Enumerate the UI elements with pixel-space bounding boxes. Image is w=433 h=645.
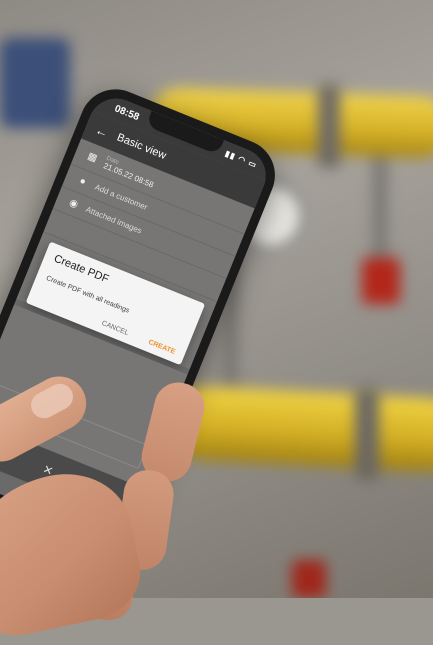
pipe-clamp <box>355 388 379 480</box>
calendar-icon: ▦ <box>85 150 99 165</box>
cancel-button[interactable]: CANCEL <box>101 320 130 337</box>
create-button[interactable]: CREATE <box>147 339 176 356</box>
back-arrow-icon[interactable]: ← <box>93 121 111 140</box>
blue-valve <box>0 38 70 128</box>
pipe-clamp <box>318 84 340 168</box>
person-icon: ● <box>77 175 88 188</box>
pipe-stem <box>372 140 388 270</box>
red-valve <box>292 560 326 598</box>
status-time: 08:58 <box>113 102 141 123</box>
red-valve <box>362 258 400 304</box>
yellow-pipe-bottom <box>168 384 433 474</box>
camera-icon: ◉ <box>67 197 80 211</box>
